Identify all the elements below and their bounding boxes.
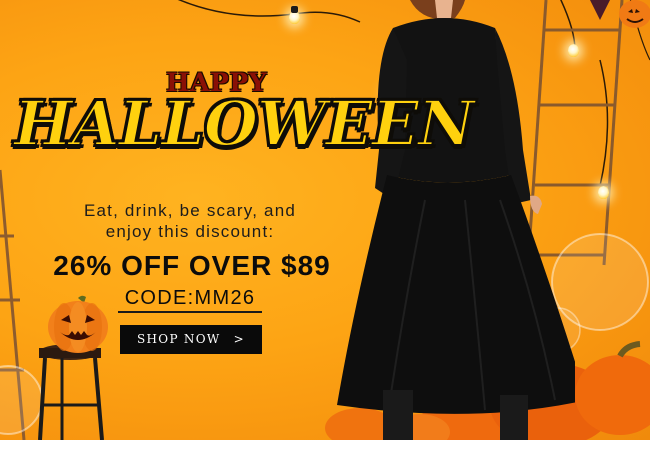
title-halloween: HALLOWEEN [13,87,476,160]
jack-o-lantern-icon [48,295,108,353]
shop-now-button[interactable]: SHOP NOW > [120,325,262,354]
jack-o-lantern-icon [619,0,650,28]
halloween-banner[interactable]: HAPPY HALLOWEEN Eat, drink, be scary, an… [0,0,650,440]
model-in-black-dress [337,0,575,440]
bottom-strip [0,440,650,450]
shop-now-label: SHOP NOW [137,332,221,346]
discount-offer: 26% OFF OVER $89 [53,250,331,281]
string-light-bulb [598,186,609,199]
bulb-socket [291,6,298,13]
chevron-right-icon: > [233,332,245,346]
tagline-line-1: Eat, drink, be scary, and [83,201,297,220]
tagline-line-2: enjoy this discount: [105,222,275,241]
wooden-stool [38,344,104,440]
promo-code: CODE:MM26 [118,287,262,313]
